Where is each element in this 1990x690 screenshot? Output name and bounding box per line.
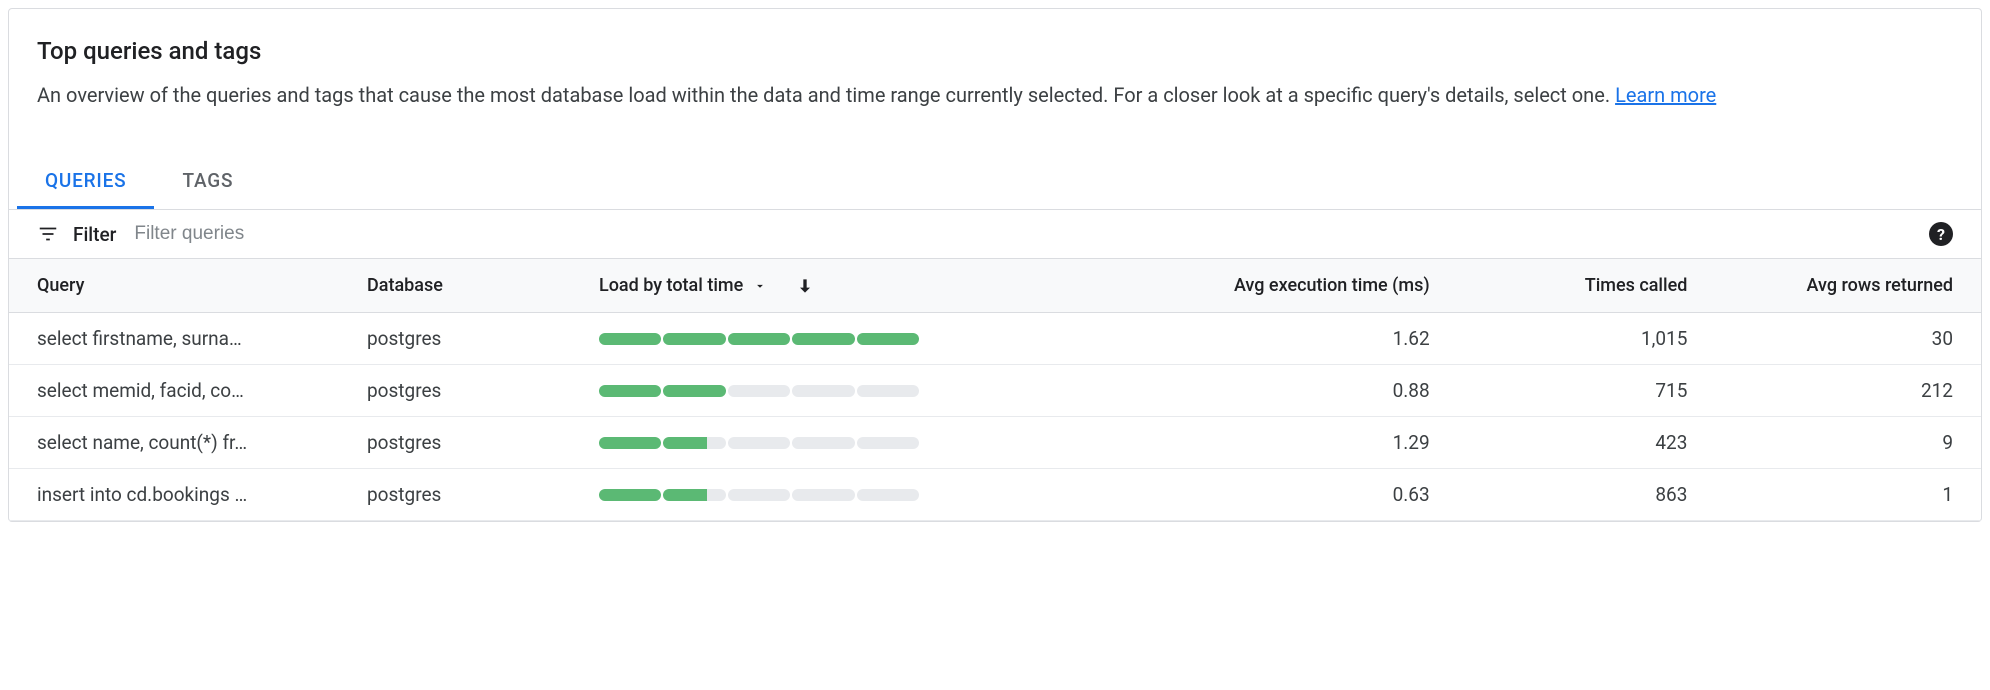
col-header-database[interactable]: Database [357,259,589,313]
cell-avg-exec: 0.63 [1079,469,1440,521]
cell-times-called: 1,015 [1440,313,1698,365]
table-row[interactable]: select firstname, surna…postgres 1.621,01… [9,313,1981,365]
cell-query: insert into cd.bookings … [9,469,357,521]
help-icon[interactable]: ? [1929,222,1953,246]
load-segment [792,385,854,397]
load-segment [599,489,661,501]
sort-desc-icon [795,276,815,296]
col-header-times-called[interactable]: Times called [1440,259,1698,313]
filter-label: Filter [73,223,116,246]
load-bar [599,489,919,501]
cell-avg-exec: 1.29 [1079,417,1440,469]
col-header-avg-exec[interactable]: Avg execution time (ms) [1079,259,1440,313]
cell-database: postgres [357,365,589,417]
cell-load [589,365,1079,417]
learn-more-link[interactable]: Learn more [1615,83,1716,107]
filter-bar: Filter ? [9,210,1981,259]
cell-times-called: 863 [1440,469,1698,521]
load-segment [857,489,919,501]
cell-avg-rows: 9 [1697,417,1981,469]
load-bar [599,437,919,449]
queries-table: Query Database Load by total time Avg ex… [9,259,1981,521]
load-segment [663,333,725,345]
tab-tags[interactable]: TAGS [154,155,261,209]
cell-database: postgres [357,469,589,521]
tabs-bar: QUERIES TAGS [9,155,1981,210]
cell-times-called: 423 [1440,417,1698,469]
filter-icon [37,223,59,245]
table-row[interactable]: insert into cd.bookings …postgres 0.63863… [9,469,1981,521]
load-segment [857,333,919,345]
load-segment [728,333,790,345]
section-title: Top queries and tags [37,37,1953,65]
col-header-load[interactable]: Load by total time [589,259,1079,313]
cell-avg-rows: 212 [1697,365,1981,417]
tab-queries[interactable]: QUERIES [17,155,154,209]
table-row[interactable]: select memid, facid, co…postgres 0.887152… [9,365,1981,417]
load-segment [728,437,790,449]
cell-times-called: 715 [1440,365,1698,417]
load-segment [792,333,854,345]
top-queries-panel: Top queries and tags An overview of the … [8,8,1982,522]
cell-query: select memid, facid, co… [9,365,357,417]
cell-load [589,313,1079,365]
load-segment [857,437,919,449]
cell-query: select name, count(*) fr… [9,417,357,469]
load-segment [599,385,661,397]
load-segment [728,385,790,397]
cell-database: postgres [357,417,589,469]
cell-avg-exec: 0.88 [1079,365,1440,417]
table-row[interactable]: select name, count(*) fr…postgres 1.29423… [9,417,1981,469]
dropdown-icon [753,279,767,293]
cell-database: postgres [357,313,589,365]
load-segment [599,333,661,345]
section-header: Top queries and tags An overview of the … [9,9,1981,119]
load-segment [663,437,725,449]
load-bar [599,333,919,345]
cell-avg-rows: 1 [1697,469,1981,521]
filter-input[interactable] [134,223,1929,245]
col-header-load-label: Load by total time [599,275,743,296]
load-segment [663,489,725,501]
table-header-row: Query Database Load by total time Avg ex… [9,259,1981,313]
description-text: An overview of the queries and tags that… [37,83,1615,107]
load-segment [728,489,790,501]
col-header-avg-rows[interactable]: Avg rows returned [1697,259,1981,313]
cell-query: select firstname, surna… [9,313,357,365]
load-segment [792,489,854,501]
col-header-query[interactable]: Query [9,259,357,313]
load-segment [599,437,661,449]
cell-avg-rows: 30 [1697,313,1981,365]
section-description: An overview of the queries and tags that… [37,79,1953,111]
cell-load [589,469,1079,521]
load-segment [857,385,919,397]
load-segment [792,437,854,449]
load-bar [599,385,919,397]
cell-avg-exec: 1.62 [1079,313,1440,365]
load-segment [663,385,725,397]
cell-load [589,417,1079,469]
